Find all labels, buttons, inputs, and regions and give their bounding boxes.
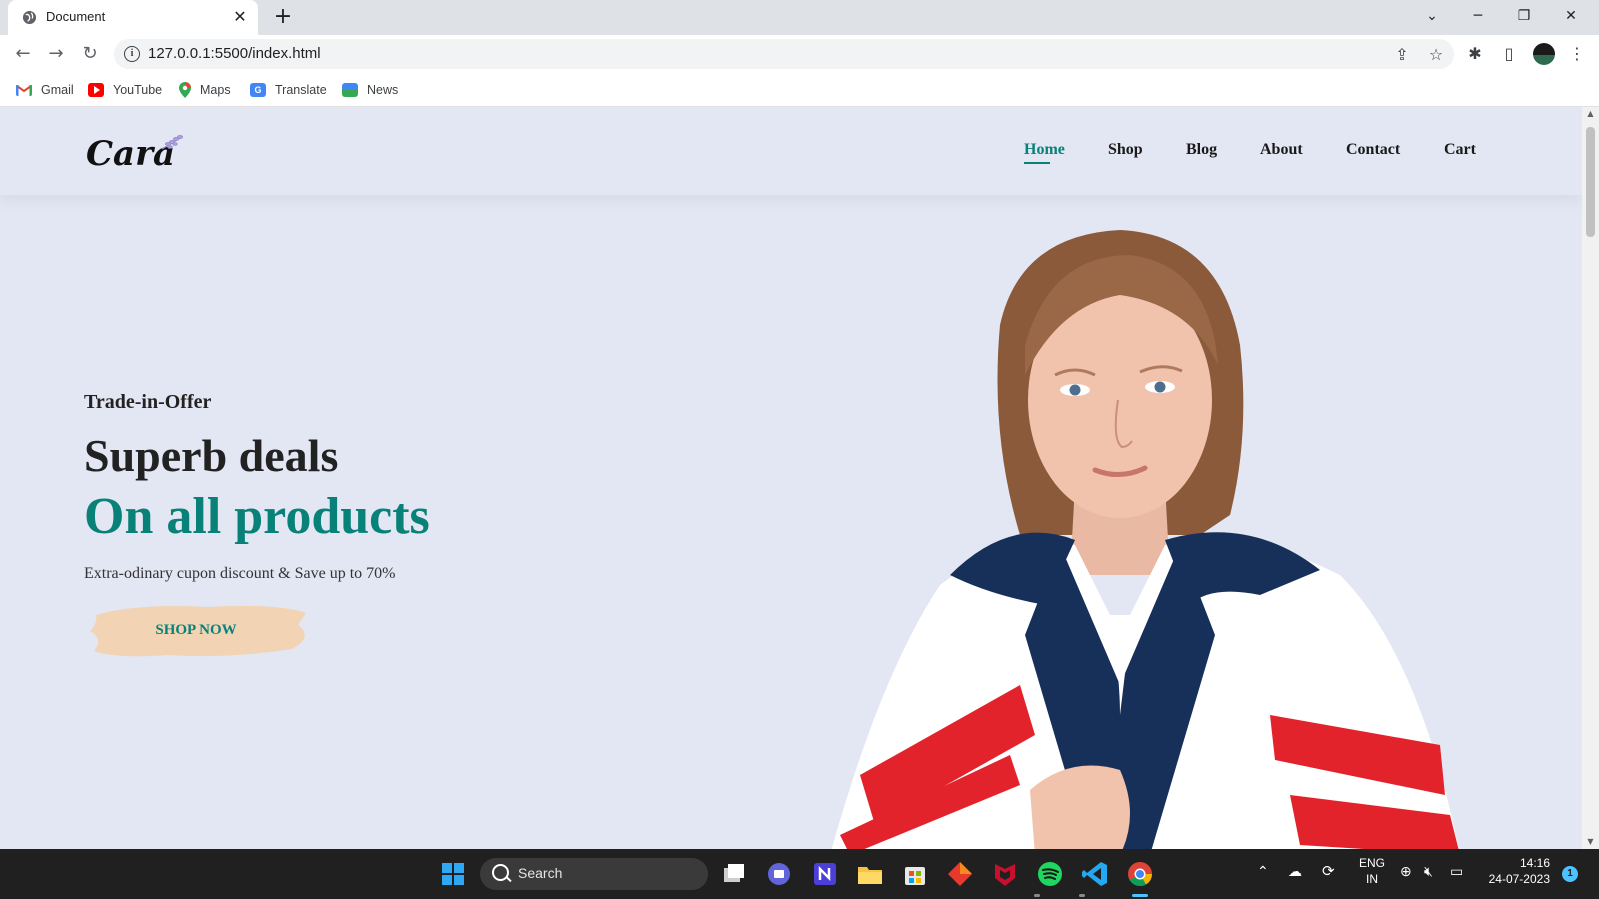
url-text[interactable]: 127.0.0.1:5500/index.html [148,45,321,62]
hero-highlight: On all products [84,488,430,545]
close-window-button[interactable]: ✕ [1548,0,1594,32]
scroll-up-icon[interactable]: ▲ [1582,107,1599,121]
share-icon[interactable]: ⇪ [1392,45,1412,65]
news-icon [342,83,358,97]
taskbar-search[interactable]: Search [480,858,708,890]
bookmarks-bar: Gmail YouTube Maps G Translate News [0,73,1599,107]
tab-title: Document [46,9,106,24]
globe-icon [22,10,37,25]
spotify-icon[interactable] [1034,858,1066,890]
app-diamond-icon[interactable] [944,858,976,890]
browser-toolbar: ← → ↻ i 127.0.0.1:5500/index.html ⇪ ☆ ✱ … [0,35,1599,73]
shop-now-button[interactable]: SHOP NOW [86,605,326,663]
clock-date: 24-07-2023 [1488,872,1550,886]
back-icon[interactable]: ← [10,41,36,67]
close-tab-icon[interactable]: ✕ [230,7,250,27]
mcafee-icon[interactable] [989,858,1021,890]
sync-icon[interactable]: ⟳ [1322,862,1335,880]
language-indicator[interactable]: ENG IN [1359,855,1385,887]
forward-icon[interactable]: → [43,41,69,67]
hero-eyebrow: Trade-in-Offer [84,391,212,413]
nav-about[interactable]: About [1260,141,1303,159]
tab-strip: Document ✕ + ⌄ ─ ❐ ✕ [0,0,1599,35]
profile-avatar[interactable] [1533,43,1555,65]
notification-badge[interactable]: 1 [1562,866,1578,882]
volume-muted-icon[interactable]: 🔇︎ [1424,863,1433,880]
extensions-icon[interactable]: ✱ [1462,41,1488,67]
reload-icon[interactable]: ↻ [77,41,103,67]
bookmark-news[interactable]: News [342,81,398,99]
onedrive-icon[interactable]: ☁ [1288,863,1302,880]
chrome-icon[interactable] [1124,858,1156,890]
site-info-icon[interactable]: i [124,46,140,62]
hero-headline: Superb deals [84,430,339,481]
windows-start-icon[interactable] [437,858,469,890]
file-explorer-icon[interactable] [854,858,886,890]
menu-dots-icon[interactable]: ⋮ [1564,41,1590,67]
show-hidden-icons-icon[interactable]: ⌃ [1257,863,1269,880]
task-view-icon[interactable] [718,858,750,890]
youtube-icon [88,83,104,97]
tab-search-icon[interactable]: ⌄ [1409,0,1455,32]
nav-home[interactable]: Home [1024,141,1065,164]
scroll-thumb[interactable] [1586,127,1595,237]
nav-blog[interactable]: Blog [1186,141,1217,159]
restore-button[interactable]: ❐ [1501,0,1547,32]
battery-icon[interactable]: ▭ [1450,863,1463,880]
maps-icon [179,82,191,98]
minimize-button[interactable]: ─ [1455,0,1501,32]
side-panel-icon[interactable]: ▯ [1496,41,1522,67]
scroll-down-icon[interactable]: ▼ [1582,835,1599,849]
language-code: ENG [1359,856,1386,870]
vscode-icon[interactable] [1079,858,1111,890]
bookmark-star-icon[interactable]: ☆ [1426,45,1446,65]
microsoft-store-icon[interactable] [899,858,931,890]
cara-logo[interactable]: Cara [84,125,194,177]
chrome-active-indicator [1132,894,1148,897]
onenote-icon[interactable] [809,858,841,890]
bookmark-translate[interactable]: G Translate [250,81,327,99]
bookmark-gmail[interactable]: Gmail [16,81,74,99]
windows-taskbar: Search ⌃ ☁ ⟳ ENG IN ⊕ � [0,849,1599,899]
region-code: IN [1366,872,1378,886]
clock-time: 14:16 [1519,856,1550,870]
new-tab-button[interactable]: + [271,5,295,29]
browser-tab[interactable]: Document ✕ [8,0,258,35]
bookmark-maps[interactable]: Maps [179,81,231,99]
nav-contact[interactable]: Contact [1346,141,1400,159]
page-viewport: Cara Home Shop Blog About Contact Cart T… [0,107,1582,849]
search-icon [492,864,509,881]
gmail-icon [16,85,32,96]
hero-model-image [831,230,1459,849]
vscode-running-indicator [1079,894,1085,897]
spotify-running-indicator [1034,894,1040,897]
page-scrollbar[interactable]: ▲ ▼ [1582,107,1599,849]
clock[interactable]: 14:16 24-07-2023 [1484,855,1550,887]
svg-text:Cara: Cara [86,134,175,174]
translate-icon: G [250,83,266,97]
site-header: Cara Home Shop Blog About Contact Cart [0,107,1582,195]
bookmark-youtube[interactable]: YouTube [88,81,162,99]
taskbar-search-label: Search [518,865,563,881]
network-icon[interactable]: ⊕ [1400,863,1412,880]
shop-now-label: SHOP NOW [155,622,237,638]
hero-section: Trade-in-Offer Superb deals On all produ… [0,195,1582,849]
address-bar[interactable]: i 127.0.0.1:5500/index.html ⇪ ☆ [114,39,1454,69]
hero-subtext: Extra-odinary cupon discount & Save up t… [84,565,396,582]
teams-chat-icon[interactable] [763,858,795,890]
nav-cart[interactable]: Cart [1444,141,1476,159]
nav-shop[interactable]: Shop [1108,141,1143,159]
